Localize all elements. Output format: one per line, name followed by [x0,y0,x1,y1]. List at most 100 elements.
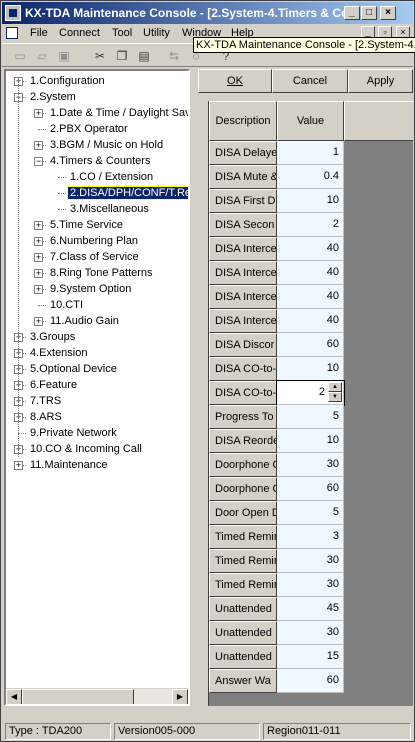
tree-node-label: 7.Class of Service [50,251,139,263]
tree-node[interactable]: 1.Date & Time / Daylight Savir [48,105,188,121]
copy-icon[interactable]: ❐ [112,47,132,65]
tree-node[interactable]: 6.Feature [28,377,79,393]
value-cell[interactable]: 10 [277,429,344,453]
tree-node[interactable]: 2.System [28,89,78,105]
value-cell[interactable]: 40 [277,261,344,285]
value-cell[interactable]: 60 [277,333,344,357]
value-cell[interactable]: 40 [277,285,344,309]
value-cell[interactable]: 30 [277,549,344,573]
tree-node[interactable]: 10.CO & Incoming Call [28,441,144,457]
value-text: 2 [318,386,325,398]
tree-node[interactable]: 3.Groups [28,329,77,345]
new-icon[interactable]: ▭ [10,47,30,65]
spin-down-icon[interactable]: ▼ [328,392,342,402]
expand-icon[interactable]: + [34,253,43,262]
description-column-header[interactable]: Description [209,101,277,141]
value-cell[interactable]: 5 [277,405,344,429]
settings-grid: Description Value DISA Delayed 1 DISA Mute… [208,101,413,706]
open-icon[interactable]: ▱ [32,47,52,65]
maximize-button[interactable]: □ [361,6,377,20]
collapse-icon[interactable]: − [34,157,43,166]
value-column-header[interactable]: Value [277,101,344,141]
value-cell[interactable]: 3 [277,525,344,549]
menu-connect[interactable]: Connect [59,27,100,39]
tree-node[interactable]: 10.CTI [48,297,85,313]
cancel-button[interactable]: Cancel [272,69,348,93]
tree-node[interactable]: 9.System Option [48,281,133,297]
tree-node[interactable]: 4.Timers & Counters [48,153,152,169]
save-icon[interactable]: ▣ [54,47,74,65]
tree-horizontal-scrollbar[interactable]: ◀ ▶ [6,688,188,704]
window-title: KX-TDA Maintenance Console - [2.System-4… [25,6,345,20]
value-cell[interactable]: 45 [277,597,344,621]
cut-icon[interactable]: ✂ [90,47,110,65]
document-icon[interactable] [6,27,18,39]
value-cell[interactable]: 60 [277,669,344,693]
value-cell[interactable]: 30 [277,621,344,645]
ok-button[interactable]: OK [198,69,272,93]
title-bar[interactable]: KX-TDA Maintenance Console - [2.System-4… [2,2,413,24]
value-spin-input[interactable]: 2 ▲ ▼ [276,380,345,406]
tree-node-label: 3.BGM / Music on Hold [50,139,164,151]
expand-icon[interactable]: + [34,221,43,230]
expand-icon[interactable]: + [14,461,23,470]
value-cell[interactable]: 10 [277,357,344,381]
value-text: 30 [326,578,339,590]
value-cell[interactable]: 30 [277,573,344,597]
tree-node[interactable]: 1.Configuration [28,73,107,89]
tree-node[interactable]: 3.BGM / Music on Hold [48,137,165,153]
expand-icon[interactable]: + [34,109,43,118]
value-cell[interactable]: 0.4 [277,165,344,189]
value-cell[interactable]: 40 [277,237,344,261]
expand-icon[interactable]: + [34,141,43,150]
value-cell[interactable]: 40 [277,309,344,333]
expand-icon[interactable]: + [34,269,43,278]
scroll-thumb[interactable] [22,689,134,704]
tree-node[interactable]: 7.Class of Service [48,249,141,265]
scroll-left-icon[interactable]: ◀ [6,689,22,704]
status-region: Region011-011 [263,723,411,740]
connect-icon[interactable]: ⇆ [164,47,184,65]
value-cell[interactable]: 2 [277,213,344,237]
app-icon[interactable] [5,5,21,21]
value-cell[interactable]: 10 [277,189,344,213]
tree-node[interactable]: 2.DISA/DPH/CONF/T.Rem [66,185,188,201]
tree-node[interactable]: 9.Private Network [28,425,119,441]
tree-node[interactable]: 7.TRS [28,393,63,409]
tree-node[interactable]: 4.Extension [28,345,89,361]
tree-node-label: 11.Maintenance [30,459,108,471]
expand-icon[interactable]: + [34,317,43,326]
tree-node-label: 3.Miscellaneous [70,203,149,215]
apply-button[interactable]: Apply [348,69,413,93]
menu-tool[interactable]: Tool [112,27,132,39]
menu-file[interactable]: File [30,27,48,39]
tree-node[interactable]: 11.Maintenance [28,457,109,473]
menu-utility[interactable]: Utility [143,27,170,39]
scroll-right-icon[interactable]: ▶ [172,689,188,704]
value-cell[interactable]: 1 [277,141,344,165]
tree-node[interactable]: 8.Ring Tone Patterns [48,265,155,281]
expand-icon[interactable]: + [34,285,43,294]
close-button[interactable]: × [380,6,396,20]
tree-node[interactable]: 5.Optional Device [28,361,119,377]
tree-node[interactable]: 2.PBX Operator [48,121,130,137]
navigation-tree[interactable]: 1.Configuration +2.System − 1.Date & Time /… [4,69,190,706]
tree-node[interactable]: 3.Miscellaneous [68,201,151,217]
value-cell[interactable]: 5 [277,501,344,525]
minimize-button[interactable]: _ [344,6,360,20]
tree-node-label: 9.Private Network [30,427,117,439]
tree-node[interactable]: 11.Audio Gain [48,313,121,329]
value-cell[interactable]: 30 [277,453,344,477]
tree-node[interactable]: 6.Numbering Plan [48,233,140,249]
tree-node[interactable]: 5.Time Service [48,217,125,233]
value-cell[interactable]: 15 [277,645,344,669]
spinner[interactable]: ▲ ▼ [328,382,342,402]
value-cell[interactable]: 60 [277,477,344,501]
spin-up-icon[interactable]: ▲ [328,382,342,392]
expand-icon[interactable]: + [34,237,43,246]
tree-node[interactable]: 1.CO / Extension [68,169,155,185]
tree-node[interactable]: 8.ARS [28,409,64,425]
paste-icon[interactable]: ▤ [134,47,154,65]
apply-button-label: Apply [366,75,395,87]
table-row: DISA First D 10 [209,189,344,213]
